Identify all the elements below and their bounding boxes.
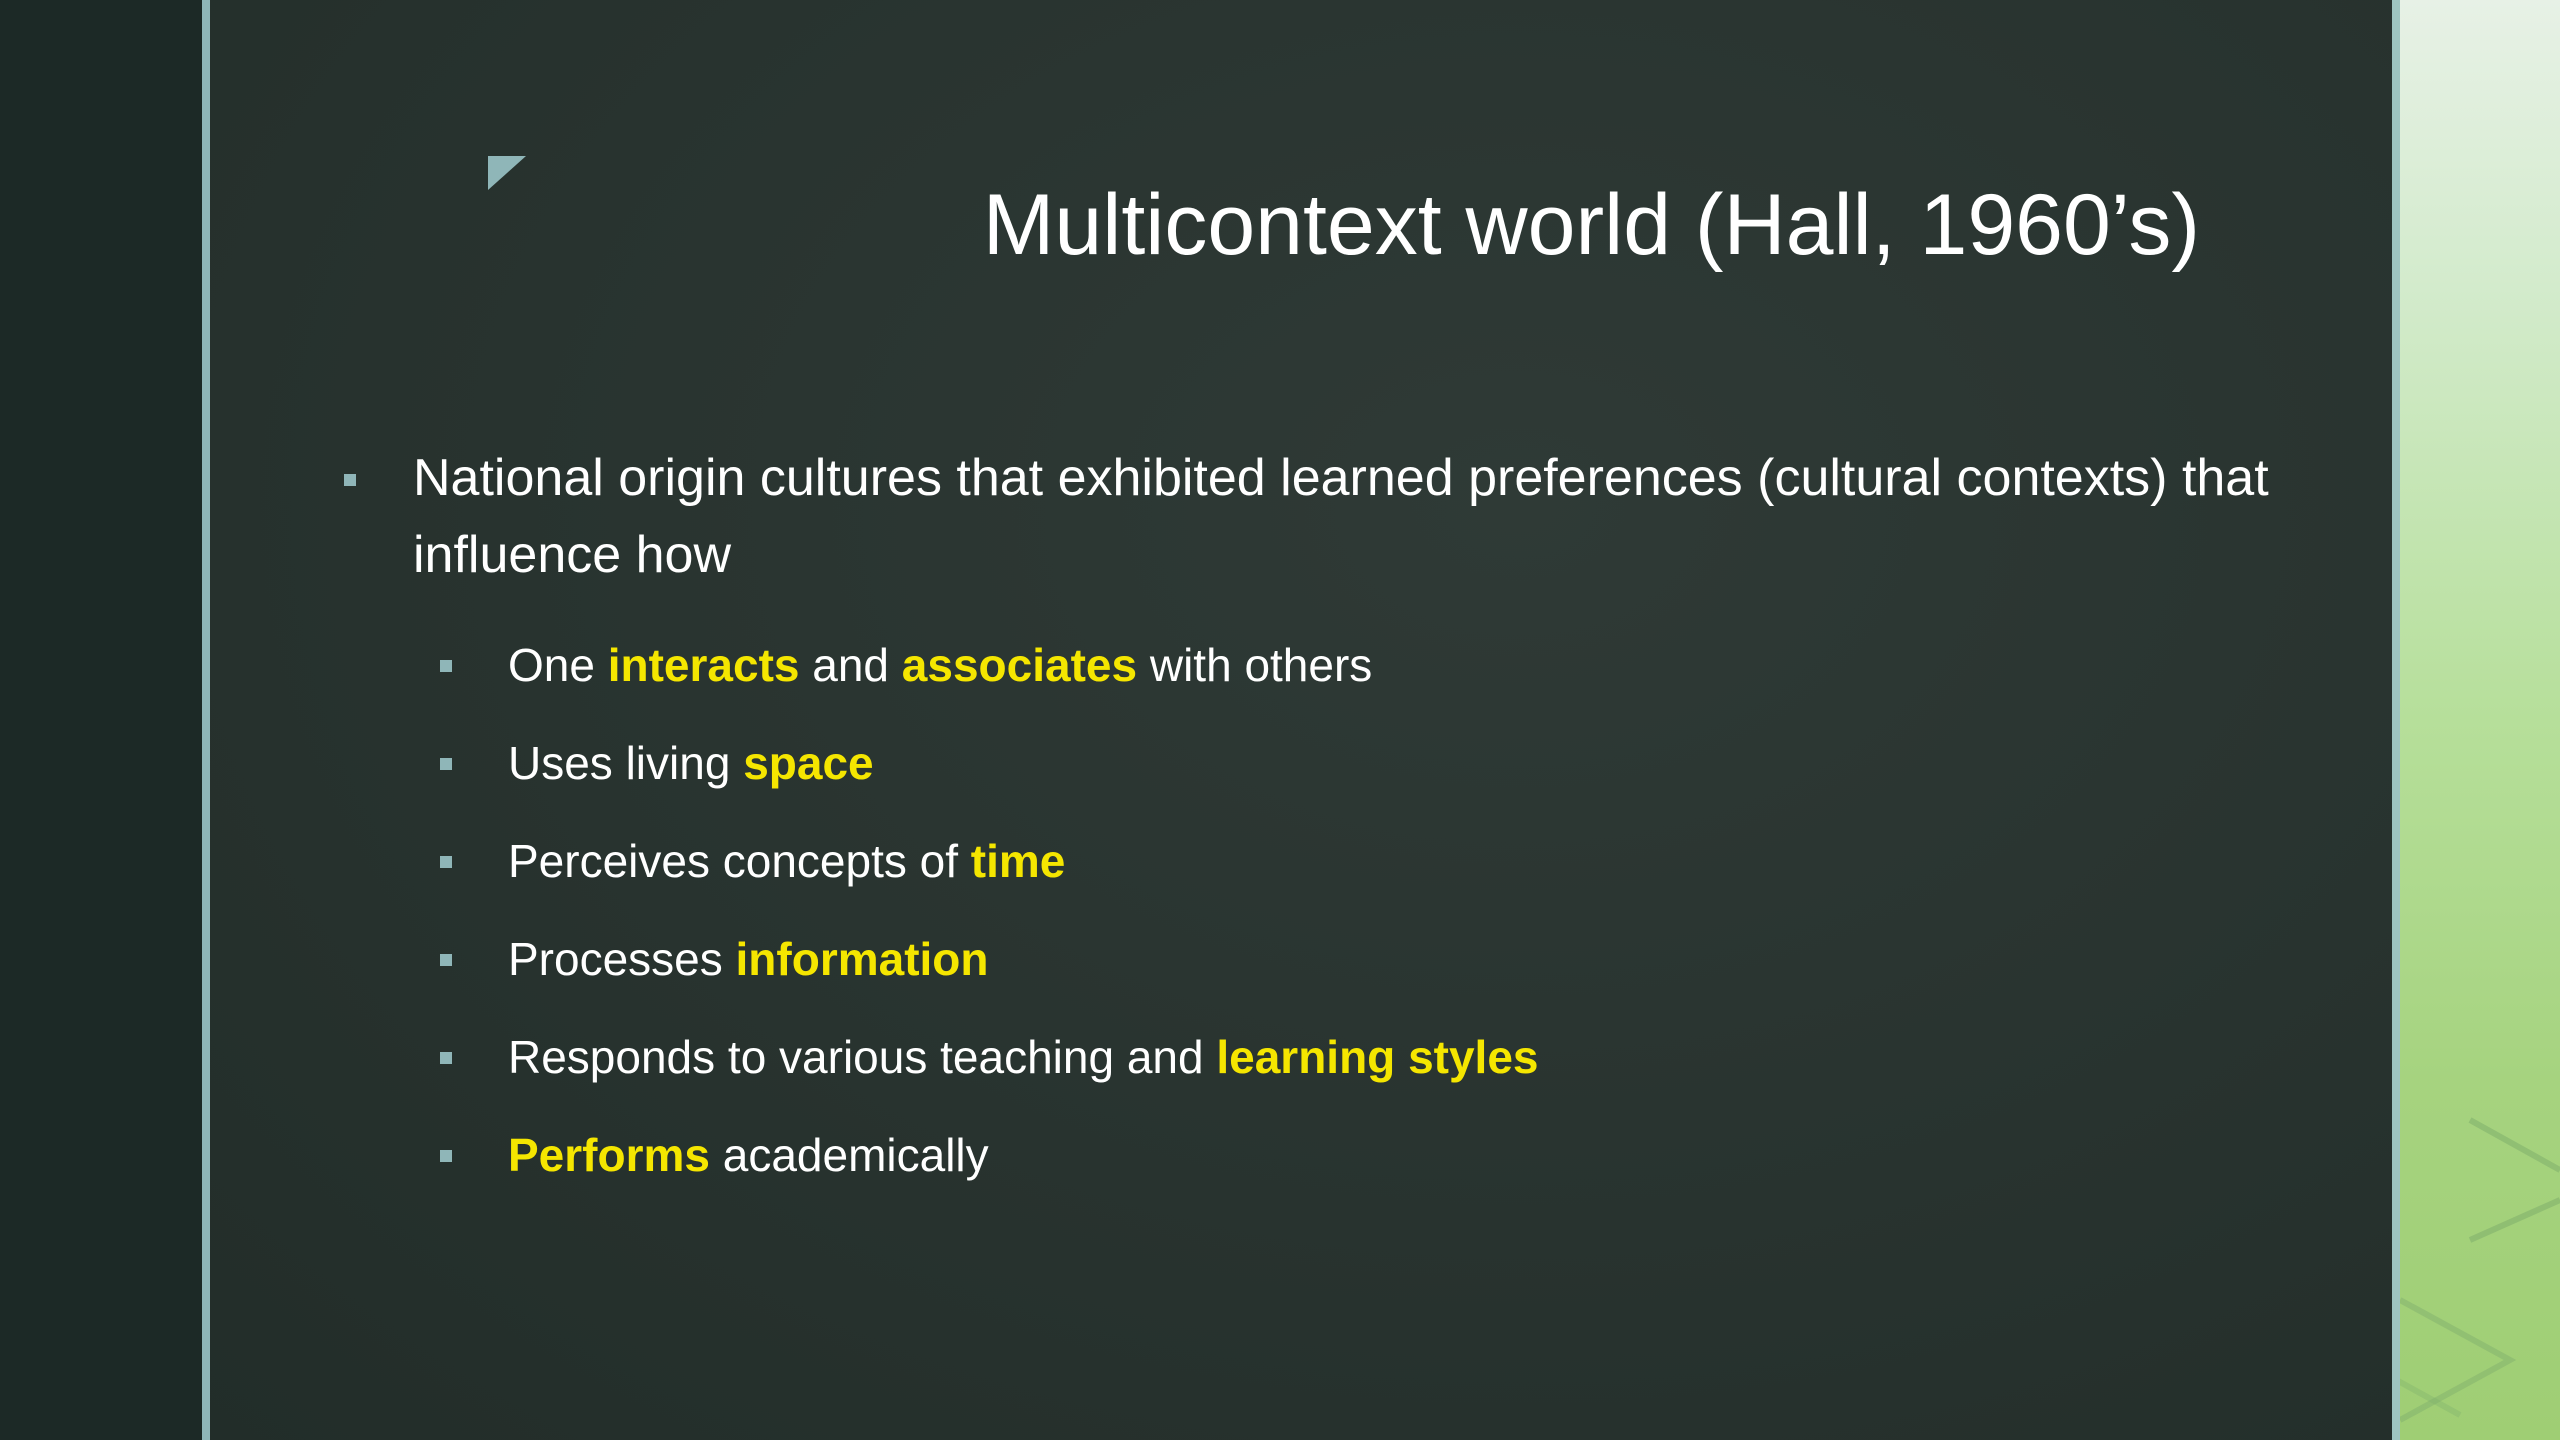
left-accent-rule xyxy=(202,0,210,1440)
square-bullet-icon xyxy=(440,660,452,672)
right-decorative-panel xyxy=(2400,0,2560,1440)
sub-bullet-item: Performs academically xyxy=(340,1106,2340,1204)
main-bullet-text: National origin cultures that exhibited … xyxy=(413,449,2269,584)
sub-bullet-text: One xyxy=(508,639,608,691)
chevron-outline-icon xyxy=(2400,1117,2560,1423)
square-bullet-icon xyxy=(440,758,452,770)
sub-bullet-text: Responds to various teaching and xyxy=(508,1031,1217,1083)
square-bullet-icon xyxy=(440,856,452,868)
sub-bullet-item: Uses living space xyxy=(340,714,2340,812)
slide-content: National origin cultures that exhibited … xyxy=(340,440,2340,1204)
sub-bullet-item: Responds to various teaching and learnin… xyxy=(340,1008,2340,1106)
presentation-stage: Multicontext world (Hall, 1960’s) Nation… xyxy=(0,0,2560,1440)
slide-title: Multicontext world (Hall, 1960’s) xyxy=(982,177,2200,273)
sub-bullet-text: with others xyxy=(1137,639,1373,691)
right-accent-rule xyxy=(2392,0,2400,1440)
sub-bullet-item: Perceives concepts of time xyxy=(340,812,2340,910)
sub-bullet-item: Processes information xyxy=(340,910,2340,1008)
highlighted-term: space xyxy=(743,737,874,789)
square-bullet-icon xyxy=(440,1150,452,1162)
highlighted-term: information xyxy=(735,933,989,985)
highlighted-term: learning styles xyxy=(1216,1031,1539,1083)
sub-bullet-text: and xyxy=(799,639,902,691)
square-bullet-icon xyxy=(440,954,452,966)
sub-bullet-item: One interacts and associates with others xyxy=(340,616,2340,714)
square-bullet-icon xyxy=(344,474,356,486)
highlighted-term: associates xyxy=(901,639,1138,691)
left-band xyxy=(0,0,202,1440)
square-bullet-icon xyxy=(440,1052,452,1064)
highlighted-term: time xyxy=(970,835,1066,887)
highlighted-term: Performs xyxy=(508,1129,710,1181)
sub-bullet-list: One interacts and associates with others… xyxy=(340,616,2340,1204)
sub-bullet-text: Perceives concepts of xyxy=(508,835,971,887)
sub-bullet-text: Processes xyxy=(508,933,736,985)
corner-triangle-icon xyxy=(488,156,526,190)
highlighted-term: interacts xyxy=(607,639,800,691)
sub-bullet-text: academically xyxy=(709,1129,989,1181)
sub-bullet-text: Uses living xyxy=(508,737,744,789)
main-bullet: National origin cultures that exhibited … xyxy=(340,440,2340,594)
